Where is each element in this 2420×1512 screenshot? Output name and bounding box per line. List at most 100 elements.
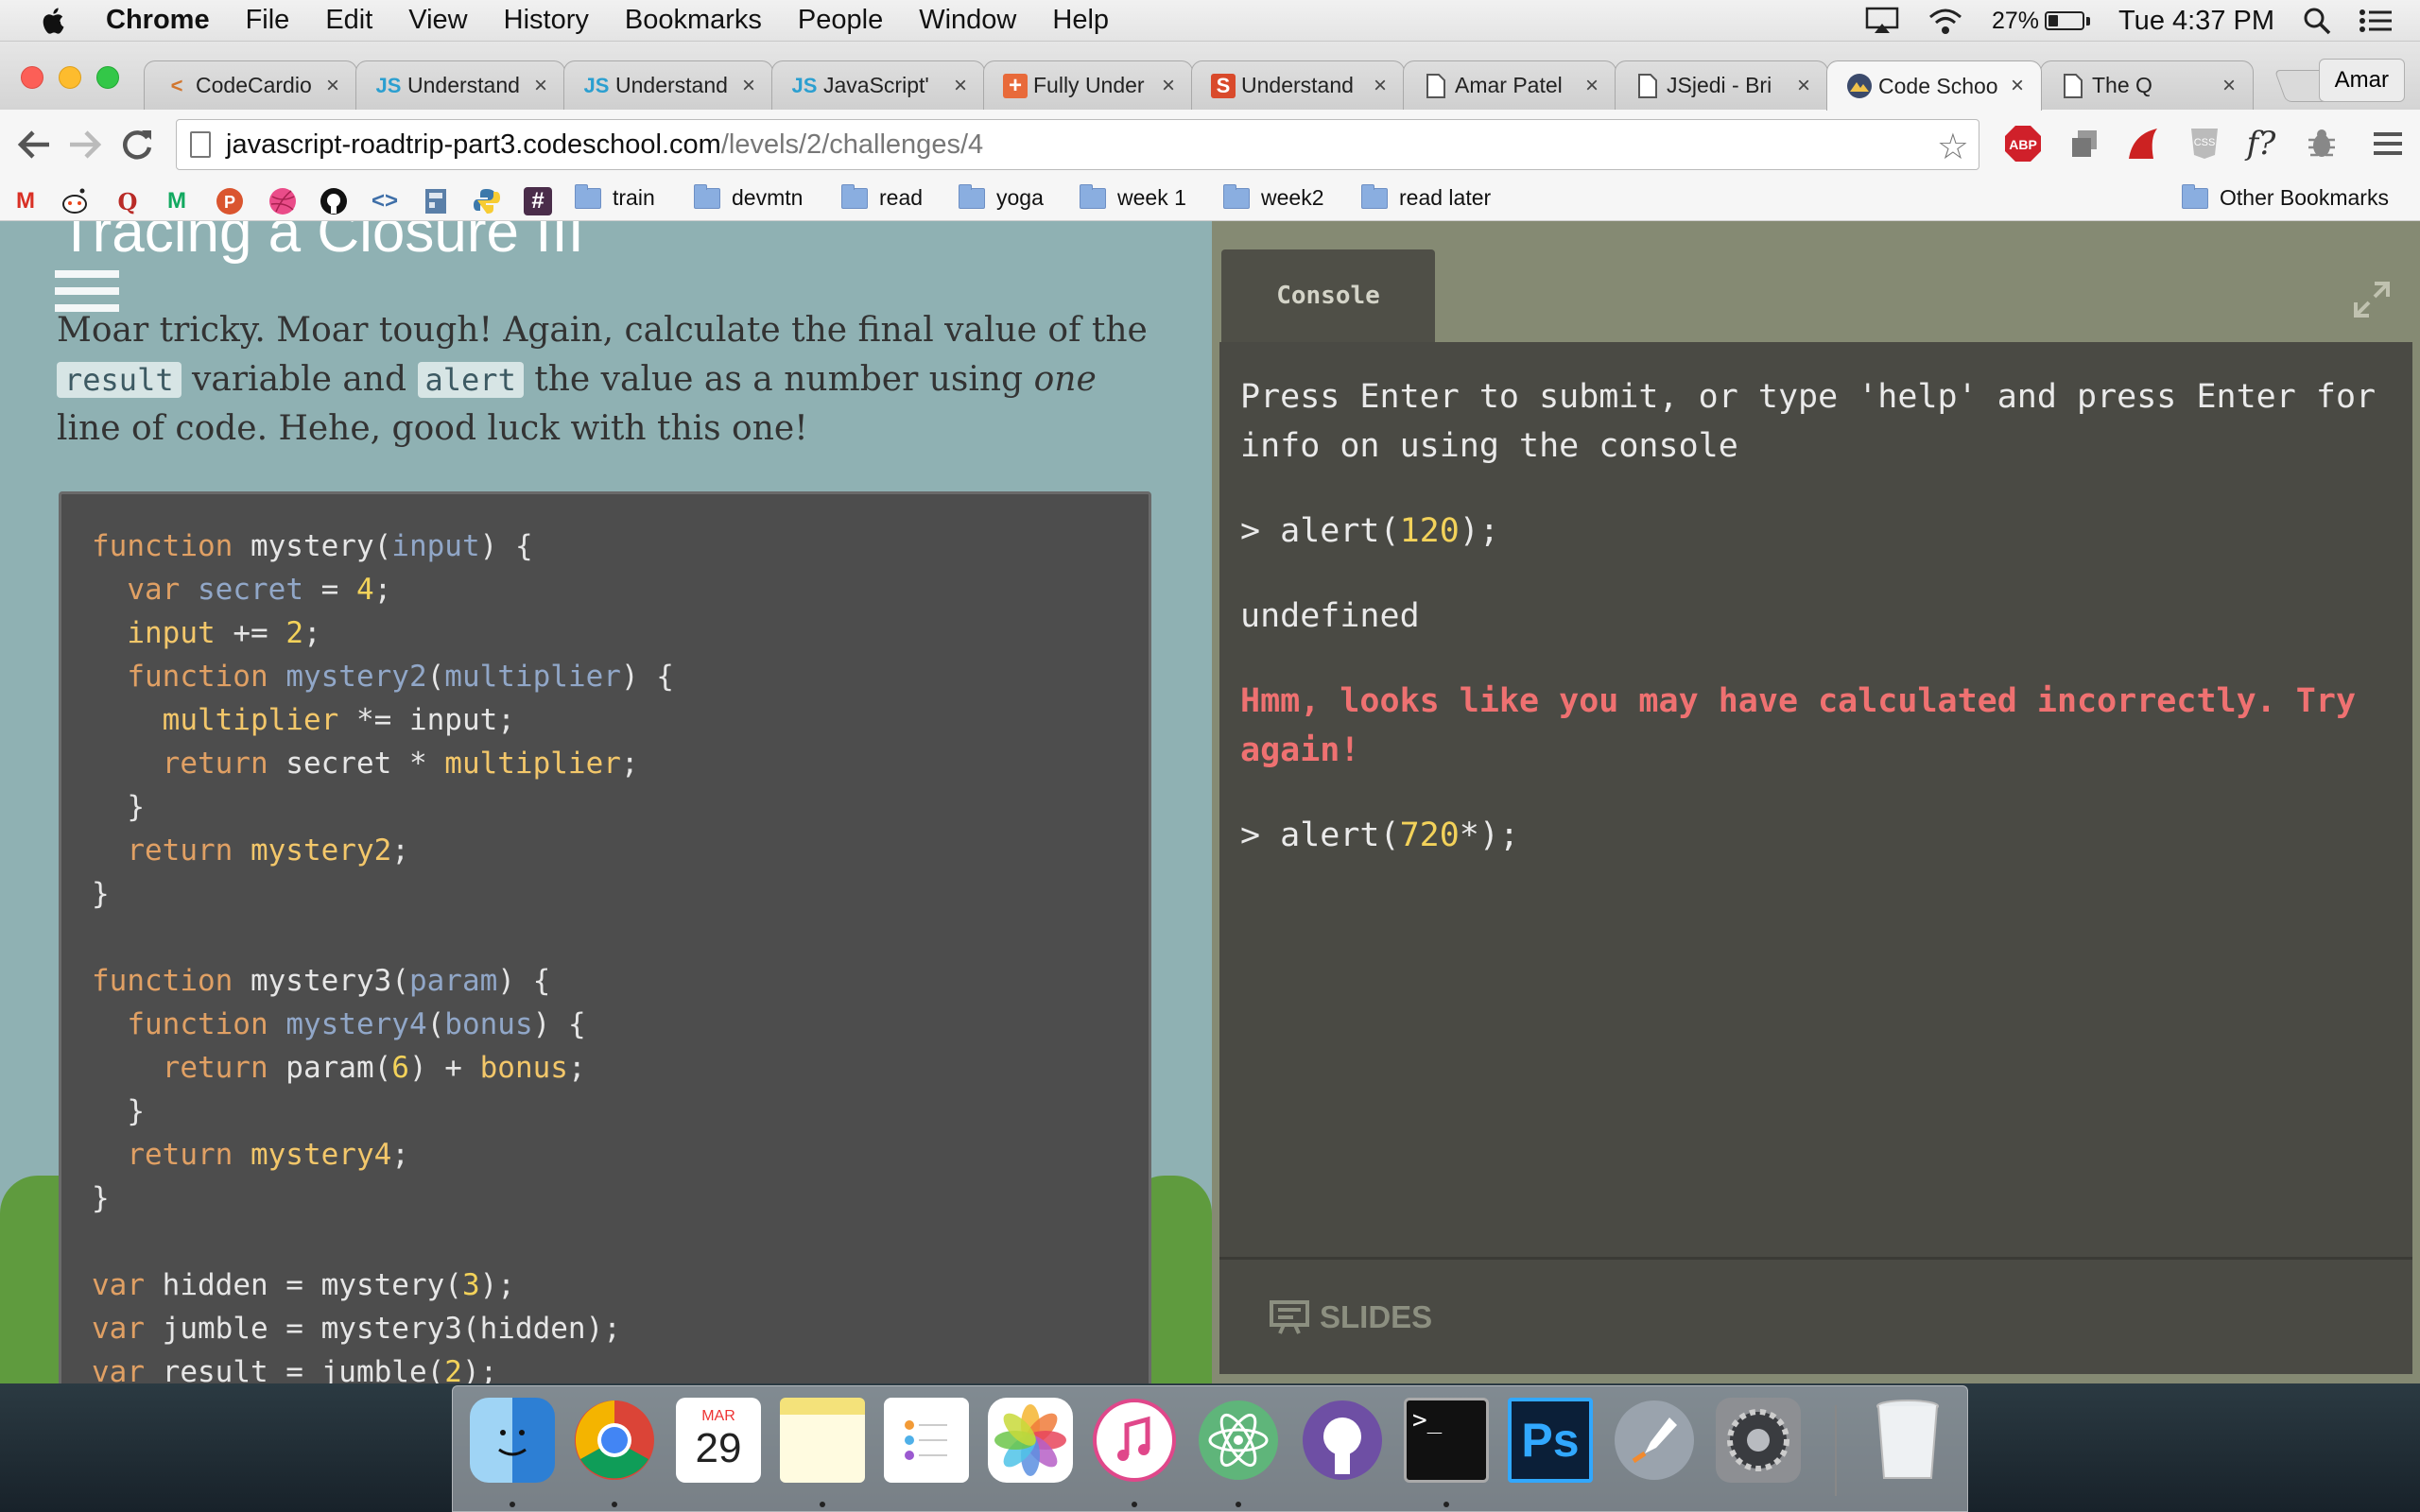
tab-understand-1[interactable]: JS Understand × [355, 60, 565, 110]
menu-file[interactable]: File [246, 5, 290, 36]
slack-hash-icon[interactable]: # [524, 187, 552, 215]
reddit-icon[interactable] [60, 187, 89, 215]
challenge-instructions: Moar tricky. Moar tough! Again, calculat… [57, 311, 1148, 448]
svg-text:ABP: ABP [2009, 137, 2037, 152]
producthunt-icon[interactable]: P [216, 187, 244, 215]
medium-icon[interactable]: M [163, 187, 191, 215]
challenge-panel: Tracing a Closure III Moar tricky. Moar … [0, 221, 1212, 1383]
notes-icon[interactable] [780, 1398, 865, 1483]
tab-code-school[interactable]: Code Schoo × [1826, 60, 2042, 111]
adblock-plus-icon[interactable]: ABP [2004, 125, 2042, 163]
menu-history[interactable]: History [504, 5, 589, 36]
profile-button[interactable]: Amar [2318, 59, 2405, 102]
terminal-icon[interactable]: >_ [1404, 1398, 1489, 1483]
menu-view[interactable]: View [408, 5, 467, 36]
menu-app-name[interactable]: Chrome [106, 5, 210, 36]
battery-indicator[interactable]: 27% [1992, 8, 2091, 35]
close-tab-icon[interactable]: × [2011, 73, 2024, 99]
tab-the-q[interactable]: The Q × [2040, 60, 2254, 110]
menu-help[interactable]: Help [1052, 5, 1109, 36]
finder-icon[interactable] [470, 1398, 555, 1483]
close-tab-icon[interactable]: × [742, 73, 755, 99]
quora-icon[interactable]: Q [113, 187, 142, 215]
close-tab-icon[interactable]: × [534, 73, 547, 99]
reload-icon[interactable] [121, 129, 153, 161]
wifi-icon[interactable] [1927, 7, 1963, 35]
tab-javascript[interactable]: JS JavaScript' × [771, 60, 985, 110]
github-icon[interactable] [320, 187, 348, 215]
bookmark-folder-devmtn[interactable]: devmtn [694, 183, 803, 211]
console-output[interactable]: Press Enter to submit, or type 'help' an… [1219, 342, 2412, 1372]
close-tab-icon[interactable]: × [1797, 73, 1810, 99]
calendar-icon[interactable]: MAR 29 [676, 1398, 761, 1483]
tab-strip: < CodeCardio × JS Understand × JS Unders… [0, 42, 2420, 111]
zoom-window-button[interactable] [96, 66, 119, 89]
bookmark-folder-read[interactable]: read [841, 183, 923, 211]
tab-understand-3[interactable]: S Understand × [1191, 60, 1405, 110]
bookmark-folder-week1[interactable]: week 1 [1080, 183, 1186, 211]
close-tab-icon[interactable]: × [1374, 73, 1387, 99]
expand-icon[interactable] [2352, 280, 2392, 319]
bookmark-folder-week2[interactable]: week2 [1223, 183, 1323, 211]
close-window-button[interactable] [21, 66, 43, 89]
folder-icon [1080, 183, 1106, 209]
itunes-icon[interactable] [1092, 1398, 1177, 1483]
spotlight-search-icon[interactable] [2303, 7, 2331, 35]
code-brackets-icon[interactable]: <> [371, 187, 399, 215]
rails-extension-icon[interactable] [2125, 125, 2163, 163]
css-extension-icon[interactable]: CSS [2186, 125, 2223, 163]
forward-icon[interactable] [68, 129, 102, 161]
github-desktop-icon[interactable] [1300, 1398, 1385, 1483]
tab-codecardio[interactable]: < CodeCardio × [144, 60, 357, 110]
bookmark-folder-train[interactable]: train [575, 183, 655, 211]
address-bar[interactable]: javascript-roadtrip-part3.codeschool.com… [176, 119, 1979, 170]
notification-center-icon[interactable] [2360, 9, 2392, 33]
dribbble-icon[interactable] [268, 187, 297, 215]
tab-console[interactable]: Console [1221, 249, 1435, 342]
challenge-title: Tracing a Closure III [59, 221, 584, 265]
page-content: Tracing a Closure III Moar tricky. Moar … [0, 221, 2420, 1383]
font-detect-icon[interactable]: f? [2242, 125, 2280, 163]
bookmark-folder-yoga[interactable]: yoga [959, 183, 1044, 211]
tool-icon[interactable] [422, 187, 450, 215]
tab-fully-under[interactable]: + Fully Under × [983, 60, 1193, 110]
folder-icon [575, 183, 601, 209]
close-tab-icon[interactable]: × [954, 73, 967, 99]
tab-jsjedi[interactable]: JSjedi - Bri × [1615, 60, 1828, 110]
console-command-input[interactable]: > alert(720*); [1240, 811, 2412, 860]
menu-edit[interactable]: Edit [325, 5, 372, 36]
system-preferences-icon[interactable] [1716, 1398, 1801, 1483]
menu-bookmarks[interactable]: Bookmarks [625, 5, 762, 36]
launchpad-icon[interactable] [1612, 1398, 1697, 1483]
airplay-icon[interactable] [1865, 7, 1899, 35]
atom-icon[interactable] [1196, 1398, 1281, 1483]
extension-stack-icon[interactable] [2066, 125, 2104, 163]
gmail-icon[interactable]: M [11, 187, 40, 215]
close-tab-icon[interactable]: × [2222, 73, 2236, 99]
bookmark-folder-read-later[interactable]: read later [1361, 183, 1491, 211]
bug-extension-icon[interactable] [2303, 125, 2341, 163]
slides-button[interactable]: SLIDES [1219, 1257, 2412, 1374]
tab-amar-patel[interactable]: Amar Patel × [1403, 60, 1616, 110]
chrome-icon[interactable] [572, 1398, 657, 1483]
photos-icon[interactable] [988, 1398, 1073, 1483]
menu-window[interactable]: Window [919, 5, 1016, 36]
back-icon[interactable] [17, 129, 51, 161]
other-bookmarks[interactable]: Other Bookmarks [2182, 183, 2389, 211]
python-icon[interactable] [473, 187, 501, 215]
photoshop-icon[interactable]: Ps [1508, 1398, 1593, 1483]
close-tab-icon[interactable]: × [1585, 73, 1599, 99]
close-tab-icon[interactable]: × [326, 73, 339, 99]
reminders-icon[interactable] [884, 1398, 969, 1483]
trash-icon[interactable] [1865, 1398, 1950, 1483]
chrome-menu-icon[interactable] [2369, 125, 2407, 163]
bookmark-star-icon[interactable]: ☆ [1937, 126, 1969, 168]
clock[interactable]: Tue 4:37 PM [2118, 6, 2274, 37]
apple-icon[interactable] [38, 5, 70, 37]
tab-understand-2[interactable]: JS Understand × [563, 60, 773, 110]
folder-icon [959, 183, 985, 209]
menu-people[interactable]: People [798, 5, 883, 36]
minimize-window-button[interactable] [59, 66, 81, 89]
close-tab-icon[interactable]: × [1162, 73, 1175, 99]
page-icon [1634, 73, 1661, 99]
